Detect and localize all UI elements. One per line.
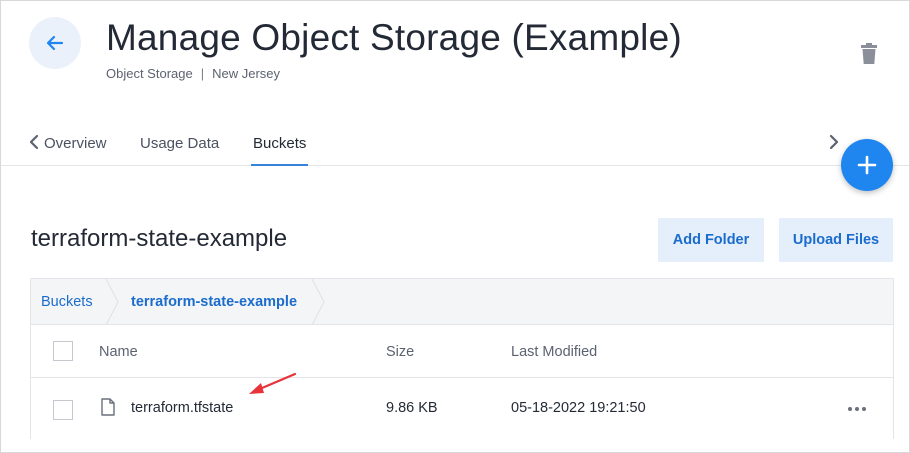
tab-overview[interactable]: Overview	[44, 135, 107, 152]
file-size: 9.86 KB	[386, 400, 438, 416]
arrow-left-icon	[46, 35, 64, 51]
add-folder-button[interactable]: Add Folder	[658, 218, 764, 262]
bucket-title: terraform-state-example	[31, 225, 288, 252]
objects-table: Buckets terraform-state-example Name Siz…	[30, 278, 894, 439]
more-horizontal-icon[interactable]	[847, 403, 867, 415]
breadcrumb-divider	[105, 279, 119, 325]
subtitle-separator: |	[200, 66, 205, 81]
service-label: Object Storage	[106, 66, 193, 81]
breadcrumb-divider	[311, 279, 325, 325]
page-subtitle: Object Storage | New Jersey	[106, 66, 280, 81]
row-checkbox[interactable]	[53, 400, 73, 420]
table-header: Name Size Last Modified	[31, 326, 893, 378]
file-last-modified: 05-18-2022 19:21:50	[511, 400, 646, 416]
file-icon	[101, 398, 115, 416]
select-all-checkbox[interactable]	[53, 341, 73, 361]
plus-icon	[857, 155, 877, 175]
breadcrumb: Buckets terraform-state-example	[31, 279, 893, 325]
annotation-arrow	[249, 372, 297, 394]
tab-bar: Overview Usage Data Buckets	[1, 117, 909, 166]
add-button[interactable]	[841, 139, 893, 191]
column-last-modified[interactable]: Last Modified	[511, 344, 597, 360]
back-button[interactable]	[29, 17, 81, 69]
tab-usage-data[interactable]: Usage Data	[140, 135, 219, 152]
table-row: terraform.tfstate 9.86 KB 05-18-2022 19:…	[31, 379, 893, 439]
chevron-right-icon[interactable]	[827, 134, 841, 150]
region-label: New Jersey	[212, 66, 281, 81]
column-name[interactable]: Name	[99, 344, 138, 360]
trash-icon[interactable]	[859, 43, 879, 65]
page-title: Manage Object Storage (Example)	[106, 17, 682, 58]
chevron-left-icon[interactable]	[27, 134, 41, 150]
column-size[interactable]: Size	[386, 344, 414, 360]
breadcrumb-bucket[interactable]: terraform-state-example	[131, 294, 297, 310]
file-name[interactable]: terraform.tfstate	[131, 400, 233, 416]
upload-files-button[interactable]: Upload Files	[779, 218, 893, 262]
active-tab-indicator	[251, 164, 308, 166]
breadcrumb-buckets[interactable]: Buckets	[41, 294, 93, 310]
tab-buckets[interactable]: Buckets	[253, 135, 306, 152]
